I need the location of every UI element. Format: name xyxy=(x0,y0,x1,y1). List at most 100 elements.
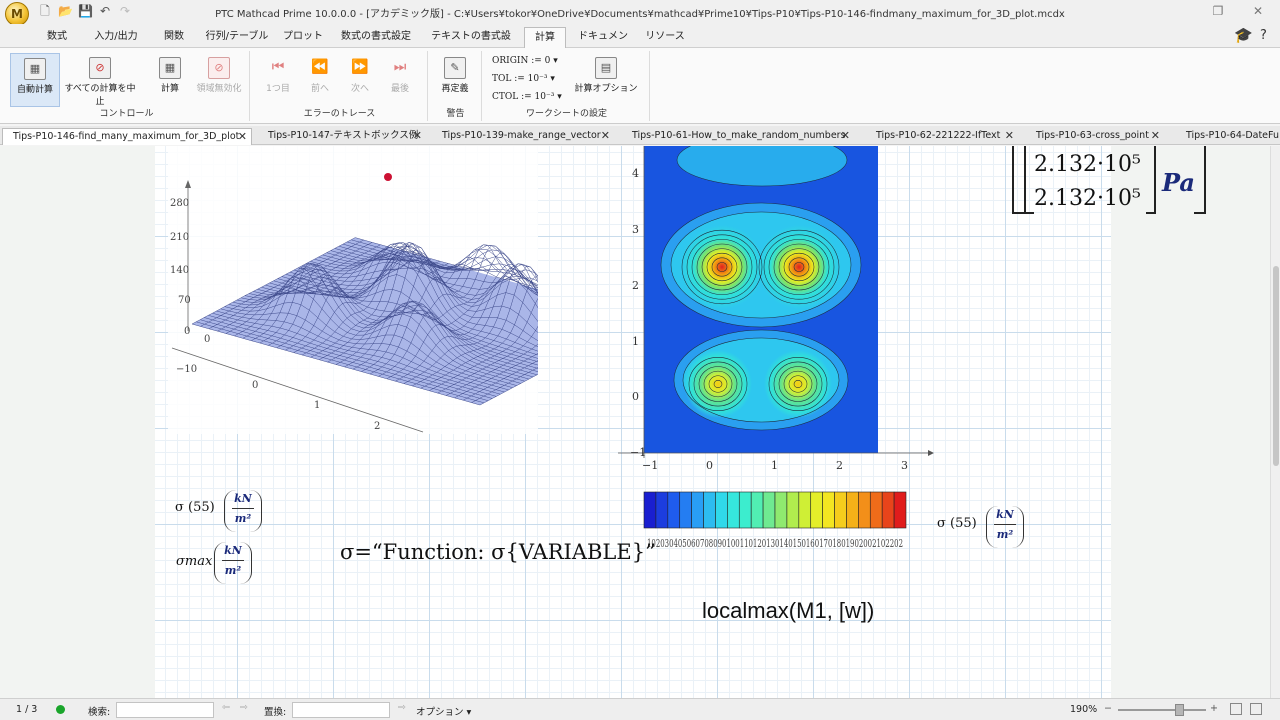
redefine-button[interactable]: ✎ 再定義 xyxy=(432,53,478,107)
calculator-icon: ▦ xyxy=(159,57,181,79)
search-input[interactable] xyxy=(116,702,214,718)
unit-denominator: m² xyxy=(224,564,242,577)
last-error-button[interactable]: ⏭ 最後 xyxy=(380,53,420,107)
max-point-marker xyxy=(384,173,392,181)
search-next-icon[interactable]: ⇨ xyxy=(240,702,248,713)
tab-document[interactable]: ドキュメント xyxy=(576,27,630,61)
calc-options-button[interactable]: ▤ 計算オプション xyxy=(572,53,640,107)
page-view-icon[interactable] xyxy=(1230,703,1242,715)
close-tab-icon[interactable]: ✕ xyxy=(238,129,247,145)
zoom-slider[interactable] xyxy=(1118,709,1206,711)
auto-calc-button[interactable]: ▦ 自動計算 xyxy=(10,53,60,107)
window-title: PTC Mathcad Prime 10.0.0.0 - [アカデミック版] -… xyxy=(215,9,1065,20)
ctol-setting[interactable]: CTOL := 10⁻³ ▾ xyxy=(492,92,562,102)
disable-region-button[interactable]: ⊘ 領域無効化 xyxy=(192,53,246,107)
tol-setting[interactable]: TOL := 10⁻³ ▾ xyxy=(492,74,555,84)
vertical-scrollbar[interactable] xyxy=(1270,146,1280,698)
colorbar-cell xyxy=(655,491,669,529)
first-error-button[interactable]: ⏮ 1つ目 xyxy=(258,53,298,107)
tab-matrices-tables[interactable]: 行列/テーブル xyxy=(204,27,270,48)
disable-region-label: 領域無効化 xyxy=(196,84,242,94)
scrollbar-thumb[interactable] xyxy=(1273,266,1279,466)
tab-math[interactable]: 数式 xyxy=(38,27,76,48)
calculate-button[interactable]: ▦ 計算 xyxy=(150,53,190,107)
doc-tab-64[interactable]: Tips-P10-64-DateFu xyxy=(1176,128,1280,145)
search-label: 検索: xyxy=(88,707,111,718)
replace-input[interactable] xyxy=(292,702,390,718)
doc-tab-63[interactable]: Tips-P10-63-cross_point ✕ xyxy=(1026,128,1164,145)
tab-plots[interactable]: プロット xyxy=(282,27,324,48)
close-tab-icon[interactable]: ✕ xyxy=(601,128,610,144)
colorbar: 1020304050607080901001101201301401501601… xyxy=(643,491,907,550)
close-tab-icon[interactable]: ✕ xyxy=(413,128,422,144)
worksheet-area[interactable]: 280 210 140 70 0 0 −10 0 1 2 4 3 2 1 0 −… xyxy=(0,146,1270,698)
zoom-out-icon[interactable]: − xyxy=(1104,703,1112,714)
contour-y-tick: 4 xyxy=(632,167,639,180)
restore-window-icon[interactable]: ❐ xyxy=(1208,3,1228,19)
next-error-button[interactable]: ⏩ 次へ xyxy=(340,53,380,107)
group-worksheet-label: ワークシートの設定 xyxy=(525,109,607,119)
tab-input-output[interactable]: 入力/出力 xyxy=(88,27,144,48)
tab-math-formatting[interactable]: 数式の書式設定 xyxy=(336,27,416,48)
draft-view-icon[interactable] xyxy=(1250,703,1262,715)
sigma-max-label[interactable]: σmax xyxy=(176,554,212,569)
zoom-in-icon[interactable]: + xyxy=(1210,703,1218,714)
colorbar-cell xyxy=(846,491,859,529)
close-tab-icon[interactable]: ✕ xyxy=(841,128,850,144)
doc-tab-label: Tips-P10-62-221222-IfText xyxy=(876,130,1001,141)
origin-setting[interactable]: ORIGIN := 0 ▾ xyxy=(492,56,558,66)
first-label: 1つ目 xyxy=(266,84,290,94)
contour-peak xyxy=(757,225,841,309)
close-tab-icon[interactable]: ✕ xyxy=(1151,128,1160,144)
doc-tab-146[interactable]: Tips-P10-146-find_many_maximum_for_3D_pl… xyxy=(2,128,252,145)
doc-tab-61[interactable]: Tips-P10-61-How_to_make_random_numbers ✕ xyxy=(622,128,854,145)
colorbar-cell xyxy=(715,491,728,529)
unit-numerator: kN xyxy=(224,544,242,557)
stop-all-calc-button[interactable]: ⊘ すべての計算を中止 xyxy=(62,53,138,107)
close-window-icon[interactable]: ✕ xyxy=(1248,3,1268,19)
search-prev-icon[interactable]: ⇦ xyxy=(222,702,230,713)
contour-y-tick: 0 xyxy=(632,390,639,403)
inner-right-bracket xyxy=(1146,146,1156,214)
pa-result-matrix[interactable]: 2.132·10⁵ 2.132·10⁵ Pa xyxy=(1012,146,1208,216)
close-tab-icon[interactable]: ✕ xyxy=(1005,128,1014,144)
pa-unit: Pa xyxy=(1162,168,1195,197)
doc-tab-62[interactable]: Tips-P10-62-221222-IfText ✕ xyxy=(866,128,1018,145)
y-tick: 0 xyxy=(204,334,210,345)
last-icon: ⏭ xyxy=(393,59,407,75)
options-dropdown[interactable]: オプション ▾ xyxy=(416,704,471,718)
replace-icon[interactable]: ⇨ xyxy=(398,702,406,713)
z-tick: 280 xyxy=(170,198,189,209)
prev-error-button[interactable]: ⏪ 前へ xyxy=(300,53,340,107)
colorbar-cell xyxy=(881,491,895,529)
unit-numerator: kN xyxy=(996,508,1014,521)
doc-tab-label: Tips-P10-64-DateFu xyxy=(1186,130,1279,141)
contour-y-tick: 2 xyxy=(632,279,639,292)
contour-plot[interactable]: 4 3 2 1 0 −1 −1 0 1 2 3 xyxy=(610,146,940,476)
tab-resources[interactable]: リソース xyxy=(642,27,688,48)
doc-tab-147[interactable]: Tips-P10-147-テキストボックス例 ✕ xyxy=(258,128,426,145)
sigma-definition[interactable]: σ=“Function: σ{VARIABLE}” xyxy=(340,540,656,564)
unit-denominator: m² xyxy=(234,512,252,525)
sigma55-label-left[interactable]: σ (55) xyxy=(175,500,215,515)
ribbon: ▦ 自動計算 ⊘ すべての計算を中止 ▦ 計算 ⊘ 領域無効化 コントロール ⏮… xyxy=(0,48,1280,124)
tab-calculation[interactable]: 計算 xyxy=(524,27,566,48)
surface-plot-3d[interactable]: 280 210 140 70 0 0 −10 0 1 2 xyxy=(168,146,538,434)
localmax-expression[interactable]: localmax(M1, [w]) xyxy=(702,598,874,624)
help-icon[interactable]: ? xyxy=(1260,28,1267,43)
graduation-cap-icon[interactable]: 🎓 xyxy=(1234,26,1253,44)
group-warning: ✎ 再定義 警告 xyxy=(430,51,482,121)
pa-value-1: 2.132·10⁵ xyxy=(1034,152,1141,177)
page-indicator: 1 / 3 xyxy=(16,704,38,715)
redefine-icon: ✎ xyxy=(444,57,466,79)
doc-tab-139[interactable]: Tips-P10-139-make_range_vector ✕ xyxy=(432,128,614,145)
colorbar-cell xyxy=(762,491,776,529)
calculator-icon: ▦ xyxy=(24,58,46,80)
zoom-slider-thumb[interactable] xyxy=(1175,704,1184,716)
x-tick: 0 xyxy=(252,380,258,391)
tab-text-formatting[interactable]: テキストの書式設定 xyxy=(428,27,514,61)
colorbar-cell xyxy=(822,491,835,529)
tab-functions[interactable]: 関数 xyxy=(156,27,192,48)
sigma55-label-right[interactable]: σ (55) xyxy=(937,516,977,531)
group-control-label: コントロール xyxy=(99,109,154,119)
